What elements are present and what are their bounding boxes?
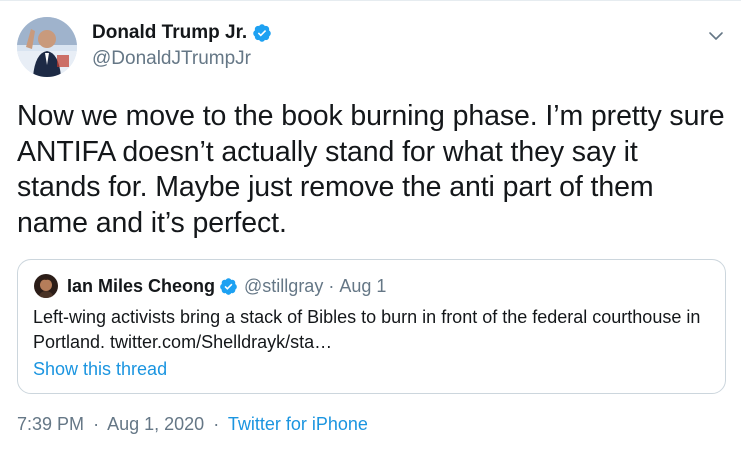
tweet-card: Donald Trump Jr. @DonaldJTrumpJr Now we …	[0, 0, 741, 469]
tweet-date[interactable]: Aug 1, 2020	[107, 414, 204, 434]
author-handle[interactable]: @DonaldJTrumpJr	[92, 48, 251, 70]
tweet-time[interactable]: 7:39 PM	[17, 414, 84, 434]
separator-dot: ·	[93, 414, 100, 434]
quoted-author-name: Ian Miles Cheong	[67, 275, 216, 296]
tweet-source-link[interactable]: Twitter for iPhone	[228, 414, 368, 434]
author-name[interactable]: Donald Trump Jr.	[92, 22, 272, 44]
author-avatar[interactable]	[17, 17, 77, 77]
divider	[0, 0, 741, 1]
quoted-tweet-date: Aug 1	[339, 275, 387, 296]
quoted-tweet-text: Left-wing activists bring a stack of Bib…	[33, 307, 701, 352]
tweet-metadata: 7:39 PM · Aug 1, 2020 · Twitter for iPho…	[17, 414, 368, 435]
quoted-author-handle: @stillgray	[244, 275, 324, 296]
verified-badge-icon	[252, 23, 272, 43]
separator-dot: ·	[328, 275, 335, 296]
quoted-tweet-header: Ian Miles Cheong @stillgray · Aug 1	[34, 274, 386, 298]
show-thread-link[interactable]: Show this thread	[33, 359, 167, 380]
quoted-tweet[interactable]: Ian Miles Cheong @stillgray · Aug 1 Left…	[17, 259, 726, 394]
verified-badge-icon	[219, 277, 238, 296]
chevron-down-icon[interactable]	[706, 26, 726, 46]
author-name-text[interactable]: Donald Trump Jr.	[92, 22, 247, 44]
tweet-text: Now we move to the book burning phase. I…	[17, 100, 725, 239]
separator-dot: ·	[213, 414, 220, 434]
quoted-author-avatar	[34, 274, 58, 298]
